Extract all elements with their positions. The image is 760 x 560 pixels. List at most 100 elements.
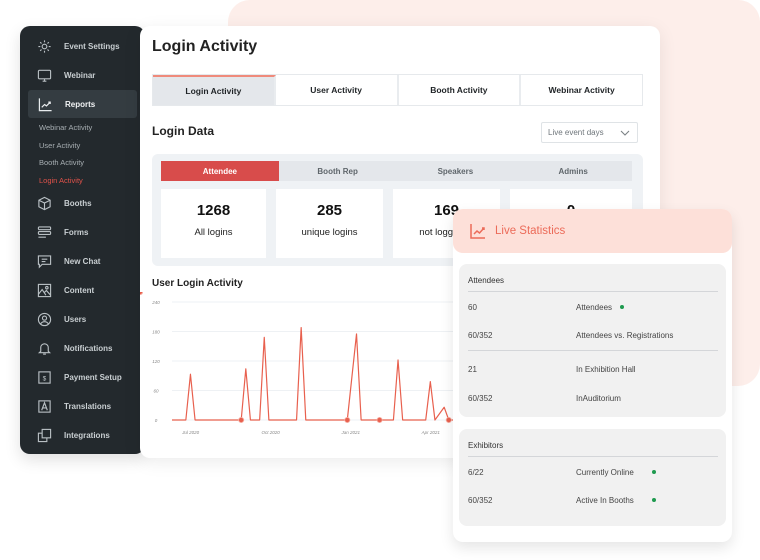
- sidebar-item-label: Content: [64, 285, 95, 295]
- stat-row: 60 Attendees: [468, 303, 718, 317]
- login-activity-chart: 0 60 120 180 240 Jul 2020 Oct 2020 Jan 2021 Apr …: [140, 292, 458, 435]
- x-tick-label: Jul 2020: [181, 430, 200, 435]
- stat-row-value: 60/352: [468, 331, 493, 340]
- sidebar-item-label: Translations: [64, 401, 112, 411]
- online-status-dot: [651, 469, 656, 474]
- user-circle-icon: [36, 311, 52, 327]
- data-point: [445, 417, 452, 424]
- role-tab-admins[interactable]: Admins: [514, 161, 632, 181]
- sidebar-subitem-user-activity[interactable]: User Activity: [20, 137, 145, 155]
- sidebar-item-content[interactable]: Content: [20, 276, 145, 304]
- stat-row-label: In Exhibition Hall: [576, 365, 636, 374]
- y-tick-label: 60: [153, 389, 159, 394]
- sidebar-item-notifications[interactable]: Notifications: [20, 334, 145, 362]
- tab-booth-activity[interactable]: Booth Activity: [398, 75, 522, 105]
- sidebar-item-label: Integrations: [64, 430, 110, 440]
- chart-title: User Login Activity: [152, 278, 243, 289]
- sidebar-item-webinar[interactable]: Webinar: [20, 61, 145, 89]
- sidebar-item-new-chat[interactable]: New Chat: [20, 247, 145, 275]
- section-title: Login Data: [152, 124, 214, 138]
- x-tick-label: Apr 2021: [421, 430, 441, 435]
- y-tick-label: 120: [152, 359, 160, 364]
- page-title: Login Activity: [152, 38, 258, 55]
- stat-row-label: Attendees: [576, 303, 625, 312]
- dollar-icon: $: [36, 369, 52, 385]
- x-tick-label: Jan 2021: [340, 430, 360, 435]
- report-tabs: Login Activity User Activity Booth Activ…: [152, 74, 643, 106]
- sidebar-item-label: Notifications: [64, 343, 113, 353]
- sidebar-subitem-booth-activity[interactable]: Booth Activity: [20, 154, 145, 172]
- stat-row-value: 60/352: [468, 496, 493, 505]
- integrations-icon: [36, 427, 52, 443]
- sidebar-item-label: Booths: [64, 198, 92, 208]
- sidebar-item-event-settings[interactable]: Event Settings: [20, 32, 145, 60]
- data-point: [238, 417, 245, 424]
- sidebar-item-translations[interactable]: Translations: [20, 392, 145, 420]
- gear-icon: [36, 38, 52, 54]
- tab-webinar-activity[interactable]: Webinar Activity: [521, 75, 642, 105]
- stat-row: 60/352 Active In Booths: [468, 496, 718, 510]
- sidebar-item-label: Payment Setup: [64, 372, 122, 382]
- y-tick-label: 180: [152, 330, 160, 335]
- attendees-group: Attendees 60 Attendees 60/352 Attendees …: [459, 264, 726, 417]
- role-tab-speakers[interactable]: Speakers: [397, 161, 515, 181]
- stat-row-value: 6/22: [468, 468, 484, 477]
- select-value: Live event days: [548, 128, 604, 137]
- chat-icon: [36, 253, 52, 269]
- svg-text:$: $: [42, 375, 46, 382]
- stat-row-label-text: Attendees: [576, 303, 613, 312]
- y-tick-label: 0: [155, 418, 158, 423]
- sidebar-item-payment-setup[interactable]: $ Payment Setup: [20, 363, 145, 391]
- sidebar-item-reports[interactable]: Reports: [28, 90, 137, 118]
- sidebar-item-label: New Chat: [64, 256, 101, 266]
- online-status-dot: [651, 497, 656, 502]
- y-tick-label: 240: [151, 300, 160, 305]
- stat-label: unique logins: [301, 227, 358, 238]
- stat-row: 21 In Exhibition Hall: [468, 365, 718, 379]
- stat-label: All logins: [194, 227, 233, 238]
- stat-value: 1268: [196, 202, 231, 219]
- monitor-icon: [36, 67, 52, 83]
- stat-row-label-text: Currently Online: [576, 468, 634, 477]
- group-title: Exhibitors: [468, 441, 504, 450]
- image-icon: [36, 282, 52, 298]
- role-tab-booth-rep[interactable]: Booth Rep: [279, 161, 397, 181]
- sidebar-subitem-login-activity[interactable]: Login Activity: [20, 172, 145, 190]
- translate-icon: [36, 398, 52, 414]
- sidebar-item-label: Forms: [64, 227, 89, 237]
- bell-icon: [36, 340, 52, 356]
- tab-user-activity[interactable]: User Activity: [275, 75, 399, 105]
- stat-card: 1268 All logins: [161, 189, 266, 258]
- role-tabs: Attendee Booth Rep Speakers Admins: [161, 161, 632, 181]
- stat-row-label: Attendees vs. Registrations: [576, 331, 674, 340]
- cube-icon: [36, 195, 52, 211]
- date-range-select[interactable]: Live event days: [541, 122, 638, 143]
- sidebar-item-integrations[interactable]: Integrations: [20, 421, 145, 449]
- stat-value: 285: [316, 202, 343, 219]
- sidebar-item-label: Event Settings: [64, 41, 120, 51]
- tab-login-activity[interactable]: Login Activity: [153, 75, 276, 105]
- group-title: Attendees: [468, 276, 505, 285]
- stat-row-label: InAuditorium: [576, 394, 621, 403]
- live-statistics-header: Live Statistics: [453, 209, 732, 253]
- forms-icon: [36, 224, 52, 240]
- sidebar-item-users[interactable]: Users: [20, 305, 145, 333]
- sidebar-subitem-webinar-activity[interactable]: Webinar Activity: [20, 119, 145, 137]
- data-point: [376, 417, 383, 424]
- sidebar-item-booths[interactable]: Booths: [20, 189, 145, 217]
- sidebar-item-forms[interactable]: Forms: [20, 218, 145, 246]
- stat-row-value: 60: [468, 303, 477, 312]
- stat-row-value: 21: [468, 365, 477, 374]
- sidebar-item-label: Reports: [65, 99, 96, 109]
- sidebar-item-label: Users: [64, 314, 87, 324]
- divider: [468, 456, 718, 457]
- live-statistics-card: Live Statistics Attendees 60 Attendees 6…: [453, 209, 732, 542]
- chart-icon: [37, 96, 53, 112]
- stat-row: 60/352 InAuditorium: [468, 394, 718, 408]
- data-point: [344, 417, 351, 424]
- stat-row: 6/22 Currently Online: [468, 468, 718, 482]
- online-status-dot: [620, 304, 625, 309]
- stat-row-value: 60/352: [468, 394, 493, 403]
- role-tab-attendee[interactable]: Attendee: [161, 161, 279, 181]
- data-point: [140, 292, 143, 295]
